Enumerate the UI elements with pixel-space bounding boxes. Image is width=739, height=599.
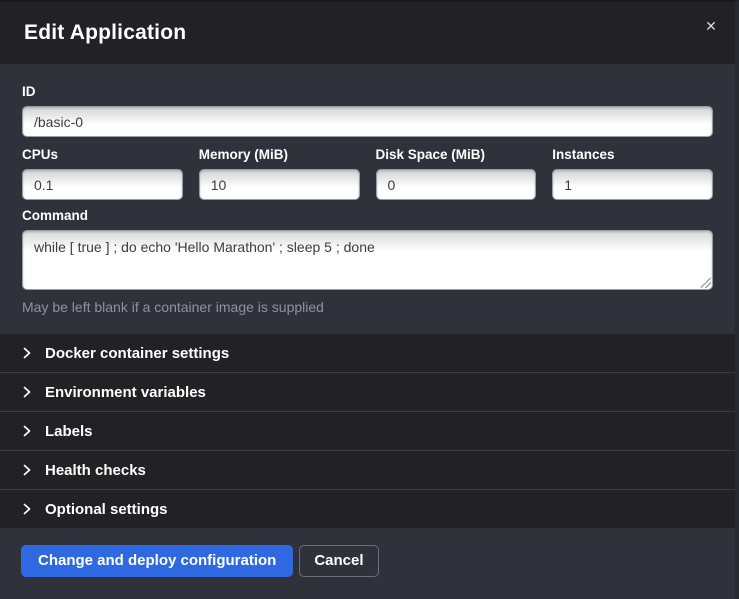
instances-label: Instances [552, 147, 713, 162]
chevron-right-icon [22, 386, 32, 398]
cancel-button[interactable]: Cancel [299, 545, 378, 577]
edit-application-modal: Edit Application ✕ ID CPUs Memory (MiB) … [0, 0, 739, 599]
edit-application-form: ID CPUs Memory (MiB) Disk Space (MiB) In… [0, 64, 735, 334]
chevron-right-icon [22, 464, 32, 476]
modal-title: Edit Application [24, 21, 186, 45]
command-field-group: while [ true ] ; do echo 'Hello Marathon… [22, 230, 713, 290]
section-optional-settings[interactable]: Optional settings [0, 490, 735, 528]
cpus-input[interactable] [22, 169, 183, 200]
section-label: Health checks [45, 462, 146, 479]
chevron-right-icon [22, 425, 32, 437]
disk-space-input[interactable] [376, 169, 537, 200]
textarea-resize-handle[interactable] [700, 277, 711, 288]
collapsible-sections: Docker container settings Environment va… [0, 334, 735, 528]
section-health-checks[interactable]: Health checks [0, 451, 735, 490]
section-label: Docker container settings [45, 345, 229, 362]
memory-label: Memory (MiB) [199, 147, 360, 162]
section-docker-container-settings[interactable]: Docker container settings [0, 334, 735, 373]
modal-footer: Change and deploy configuration Cancel [0, 528, 735, 599]
close-icon[interactable]: ✕ [701, 16, 721, 36]
disk-field-group: Disk Space (MiB) [376, 147, 537, 200]
command-label: Command [22, 208, 713, 223]
memory-field-group: Memory (MiB) [199, 147, 360, 200]
resources-row: CPUs Memory (MiB) Disk Space (MiB) Insta… [22, 147, 713, 200]
command-textarea[interactable]: while [ true ] ; do echo 'Hello Marathon… [22, 230, 713, 290]
change-and-deploy-button[interactable]: Change and deploy configuration [21, 545, 293, 577]
cpus-label: CPUs [22, 147, 183, 162]
command-help-text: May be left blank if a container image i… [22, 299, 713, 315]
section-label: Optional settings [45, 501, 168, 518]
id-label: ID [22, 84, 713, 99]
section-label: Labels [45, 423, 93, 440]
modal-header: Edit Application ✕ [0, 2, 735, 64]
memory-input[interactable] [199, 169, 360, 200]
section-label: Environment variables [45, 384, 206, 401]
instances-input[interactable] [552, 169, 713, 200]
instances-field-group: Instances [552, 147, 713, 200]
section-labels[interactable]: Labels [0, 412, 735, 451]
cpus-field-group: CPUs [22, 147, 183, 200]
section-environment-variables[interactable]: Environment variables [0, 373, 735, 412]
chevron-right-icon [22, 347, 32, 359]
disk-space-label: Disk Space (MiB) [376, 147, 537, 162]
chevron-right-icon [22, 503, 32, 515]
id-input[interactable] [22, 106, 713, 137]
